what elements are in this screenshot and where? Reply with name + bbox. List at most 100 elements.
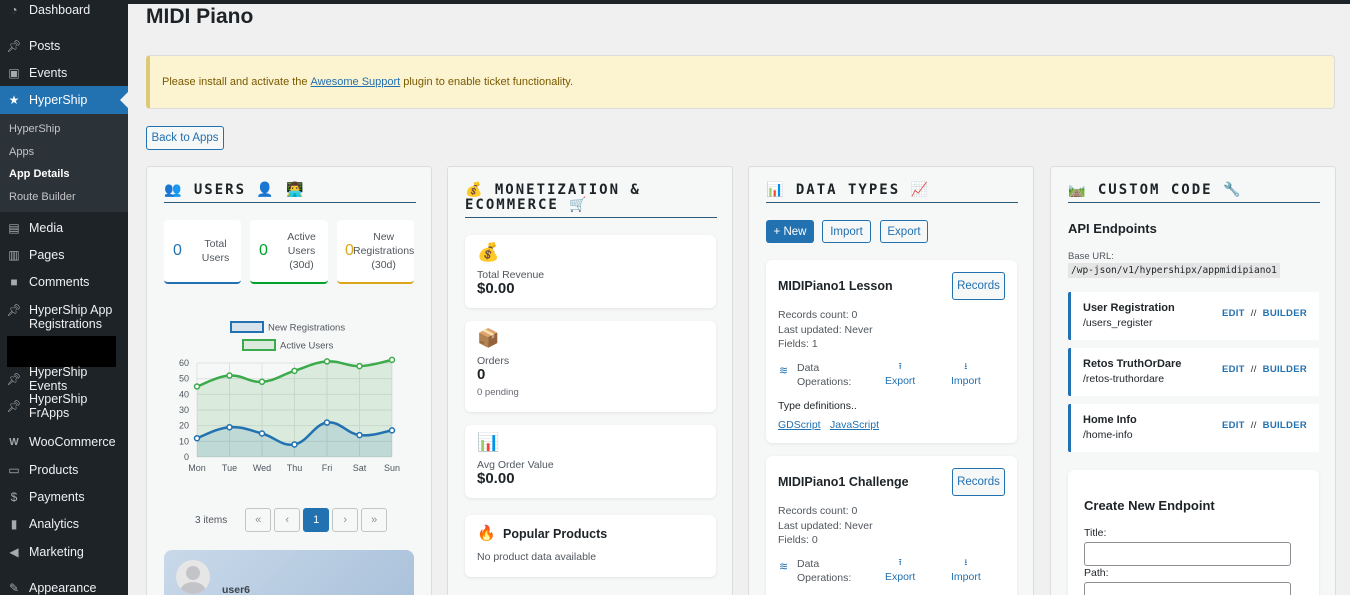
- data-point: [388, 356, 396, 364]
- sidebar-item-media[interactable]: ▤ Media: [0, 218, 128, 238]
- sidebar-item-hypership-frapps[interactable]: 📌︎ HyperShip FrApps: [0, 392, 128, 420]
- sidebar-item-hypership-app-registrations[interactable]: 📌︎ HyperShip App Registrations: [0, 303, 128, 333]
- legend-label: New Registrations: [268, 323, 345, 334]
- sidebar-item-payments[interactable]: $ Payments: [0, 487, 128, 507]
- builder-link[interactable]: BUILDER: [1263, 364, 1307, 375]
- sidebar-item-marketing[interactable]: ◀ Marketing: [0, 542, 128, 562]
- comment-icon: ■: [10, 275, 18, 289]
- builder-link[interactable]: BUILDER: [1263, 308, 1307, 319]
- sidebar-item-products[interactable]: ▭ Products: [0, 460, 128, 480]
- stat-active-users: 0 Active Users (30d): [250, 220, 328, 284]
- archive-icon: ▭: [8, 463, 20, 477]
- datatype-card-lesson: MIDIPiano1 Lesson Records Records count:…: [766, 260, 1017, 443]
- hypership-submenu: HyperShip Apps App Details Route Builder: [0, 114, 128, 212]
- import-link[interactable]: ⭳ Import: [951, 359, 981, 387]
- monetization-heading: 💰 MONETIZATION & ECOMMERCE 🛒: [465, 183, 717, 218]
- users-line-chart: 0 10 20 30 40 50 60 Mon Tue Wed Thu Fri Sat Sun New Re…: [179, 321, 400, 473]
- sidebar-item-pages[interactable]: ▥ Pages: [0, 245, 128, 265]
- back-to-apps-button[interactable]: Back to Apps: [146, 126, 224, 150]
- pin-icon: 📌︎: [6, 39, 22, 53]
- y-tick-label: 20: [179, 421, 189, 431]
- x-tick-label: Mon: [188, 463, 206, 473]
- sidebar-item-comments[interactable]: ■ Comments: [0, 272, 128, 292]
- edit-link[interactable]: EDIT: [1222, 420, 1245, 431]
- builder-link[interactable]: BUILDER: [1263, 420, 1307, 431]
- y-tick-label: 0: [184, 452, 189, 462]
- woo-icon: W: [9, 436, 19, 448]
- total-revenue-card: 💰 Total Revenue $0.00: [465, 235, 716, 308]
- gdscript-link[interactable]: GDScript: [778, 419, 821, 431]
- data-point: [291, 441, 298, 448]
- y-tick-label: 50: [179, 374, 189, 384]
- import-button[interactable]: Import: [822, 220, 871, 243]
- current-page[interactable]: 1: [303, 508, 330, 532]
- first-page-button[interactable]: «: [245, 508, 272, 532]
- records-button[interactable]: Records: [952, 468, 1005, 496]
- y-tick-label: 60: [179, 358, 189, 368]
- brush-icon: ✎: [8, 581, 20, 595]
- calendar-icon: ▣: [8, 66, 20, 80]
- y-tick-label: 10: [179, 436, 189, 446]
- awesome-support-link[interactable]: Awesome Support: [311, 76, 401, 88]
- javascript-link[interactable]: JavaScript: [830, 419, 879, 431]
- datatypes-heading: 📊 DATA TYPES 📈: [766, 183, 1018, 203]
- sidebar-item-woocommerce[interactable]: W WooCommerce: [0, 432, 128, 452]
- edit-link[interactable]: EDIT: [1222, 308, 1245, 319]
- plugin-notice: Please install and activate the Awesome …: [146, 55, 1335, 109]
- sidebar-item-dashboard[interactable]: ◔ Dashboard: [0, 0, 128, 20]
- database-icon: ≋: [779, 561, 789, 573]
- export-button[interactable]: Export: [880, 220, 928, 243]
- x-tick-label: Sat: [353, 463, 367, 473]
- sidebar-item-posts[interactable]: 📌︎ Posts: [0, 36, 128, 56]
- x-tick-label: Fri: [322, 463, 333, 473]
- export-icon: ⭱: [898, 361, 902, 371]
- pages-icon: ▥: [8, 248, 20, 262]
- submenu-hypership[interactable]: HyperShip: [9, 123, 60, 135]
- stat-new-registrations: 0 New Registrations (30d): [337, 220, 414, 284]
- create-endpoint-form: Create New Endpoint Title: Path:: [1068, 470, 1319, 595]
- x-tick-label: Thu: [287, 463, 303, 473]
- data-point: [193, 383, 201, 390]
- sidebar-item-hypership-events[interactable]: 📌︎ HyperShip Events: [0, 365, 128, 393]
- legend-swatch: [242, 339, 276, 351]
- sidebar-item-events[interactable]: ▣ Events: [0, 63, 128, 83]
- data-point: [323, 358, 331, 365]
- user-card[interactable]: user6: [164, 550, 414, 595]
- submenu-apps[interactable]: Apps: [9, 146, 34, 158]
- media-icon: ▤: [8, 221, 20, 235]
- users-heading: 👥 USERS 👤 👨‍💻: [164, 183, 416, 203]
- endpoint-title-input[interactable]: [1084, 542, 1291, 566]
- bar-chart-icon: 📊: [477, 432, 500, 452]
- prev-page-button[interactable]: ‹: [274, 508, 301, 532]
- submenu-route-builder[interactable]: Route Builder: [9, 191, 76, 203]
- edit-link[interactable]: EDIT: [1222, 364, 1245, 375]
- endpoint-home-info: Home Info /home-info EDIT//BUILDER: [1068, 404, 1319, 452]
- data-point: [323, 419, 331, 426]
- redacted-block: [7, 336, 116, 367]
- megaphone-icon: ◀: [9, 545, 19, 559]
- pin-icon: 📌︎: [6, 303, 22, 317]
- export-link[interactable]: ⭱ Export: [885, 359, 915, 387]
- sidebar-item-hypership[interactable]: ★ HyperShip: [0, 86, 128, 114]
- endpoint-path-input[interactable]: [1084, 582, 1291, 595]
- custom-code-panel: 🛤️ CUSTOM CODE 🔧 API Endpoints Base URL:…: [1050, 166, 1336, 595]
- y-tick-label: 30: [179, 405, 189, 415]
- submenu-app-details[interactable]: App Details: [9, 168, 70, 180]
- pin-icon: 📌︎: [6, 372, 22, 386]
- y-tick-label: 40: [179, 389, 189, 399]
- database-icon: ≋: [779, 365, 789, 377]
- import-icon: ⭳: [964, 557, 968, 567]
- sidebar-item-analytics[interactable]: ▮ Analytics: [0, 514, 128, 534]
- money-bag-icon: 💰: [477, 242, 500, 262]
- admin-topbar: [128, 0, 1350, 4]
- sidebar-item-appearance[interactable]: ✎ Appearance: [0, 578, 128, 595]
- last-page-button[interactable]: »: [361, 508, 388, 532]
- export-link[interactable]: ⭱ Export: [885, 555, 915, 583]
- x-tick-label: Sun: [384, 463, 400, 473]
- next-page-button[interactable]: ›: [332, 508, 359, 532]
- endpoint-retos-truthordare: Retos TruthOrDare /retos-truthordare EDI…: [1068, 348, 1319, 396]
- new-datatype-button[interactable]: + New: [766, 220, 814, 243]
- records-button[interactable]: Records: [952, 272, 1005, 300]
- import-link[interactable]: ⭳ Import: [951, 555, 981, 583]
- x-tick-label: Tue: [222, 463, 237, 473]
